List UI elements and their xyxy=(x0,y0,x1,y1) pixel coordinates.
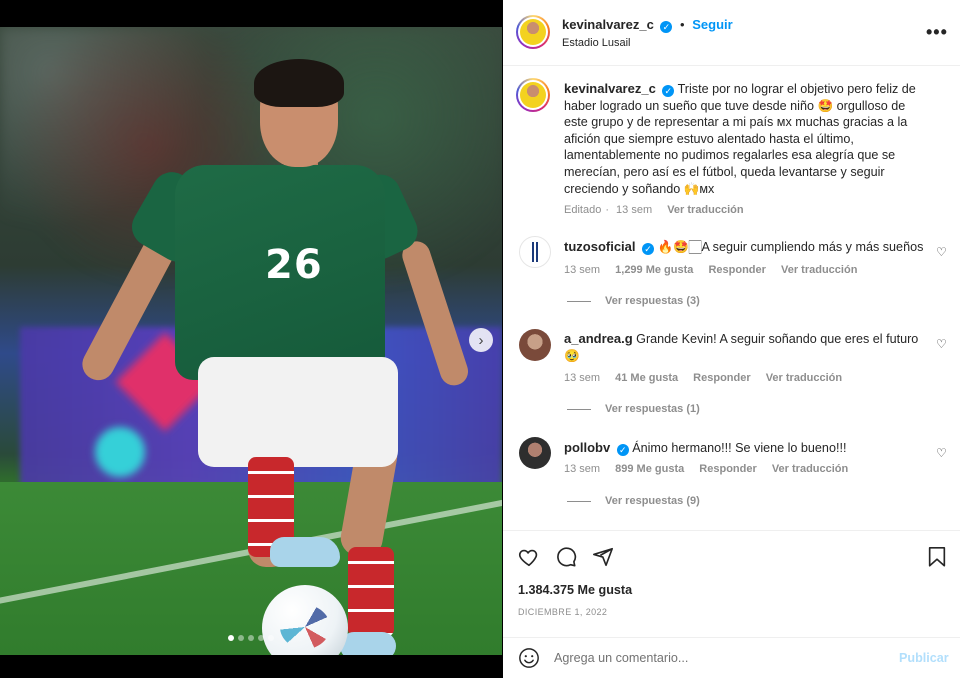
view-replies-label: Ver respuestas (1) xyxy=(605,403,700,415)
comment-input[interactable] xyxy=(554,648,884,668)
caption-translate-link[interactable]: Ver traducción xyxy=(667,204,743,216)
comment-compose-bar: Publicar xyxy=(503,637,960,678)
carousel-dot[interactable] xyxy=(248,635,254,641)
comment-avatar[interactable] xyxy=(519,329,551,361)
carousel-dot[interactable] xyxy=(238,635,244,641)
jersey-number: 26 xyxy=(265,242,323,288)
comment-likes[interactable]: 1,299 Me gusta xyxy=(615,264,693,276)
player-hair xyxy=(254,59,344,107)
verified-badge-icon: ✓ xyxy=(642,243,655,255)
view-replies-button[interactable]: Ver respuestas (9) xyxy=(567,495,700,507)
emoji-icon[interactable] xyxy=(518,647,540,669)
caption-text-block: kevinalvarez_c ✓ Triste por no lograr el… xyxy=(564,81,924,197)
carousel-next-button[interactable]: › xyxy=(469,328,493,352)
comment-time[interactable]: 13 sem xyxy=(564,463,600,475)
header-user-line: kevinalvarez_c ✓ • Seguir xyxy=(562,17,733,33)
follow-button[interactable]: Seguir xyxy=(692,17,732,32)
verified-badge-icon: ✓ xyxy=(662,85,675,97)
location-link[interactable]: Estadio Lusail xyxy=(562,37,631,49)
comment-body: Ánimo hermano!!! Se viene lo bueno!!! xyxy=(632,441,847,455)
view-replies-label: Ver respuestas (9) xyxy=(605,495,700,507)
comment-reply-button[interactable]: Responder xyxy=(693,372,750,384)
post-actions: 1.384.375 Me gusta DICIEMBRE 1, 2022 xyxy=(503,530,960,640)
comment-reply-button[interactable]: Responder xyxy=(708,264,765,276)
comment-like-heart-icon[interactable]: ♡ xyxy=(936,245,947,259)
caption-time[interactable]: 13 sem xyxy=(616,204,652,216)
player-right-boot xyxy=(340,632,396,655)
comment-username[interactable]: pollobv xyxy=(564,440,610,455)
dot-separator: • xyxy=(680,17,685,32)
carousel-dots xyxy=(228,635,274,641)
comment-meta: 13 sem 41 Me gusta Responder Ver traducc… xyxy=(564,372,854,384)
player-left-boot xyxy=(270,537,340,567)
like-heart-icon[interactable] xyxy=(518,546,540,568)
carousel-dot[interactable] xyxy=(268,635,274,641)
comment-body: 🔥🤩🏻A seguir cumpliendo más y más sueños xyxy=(657,240,924,254)
replies-line xyxy=(567,300,591,302)
comment-meta: 13 sem 899 Me gusta Responder Ver traduc… xyxy=(564,463,860,475)
comment-username[interactable]: a_andrea.g xyxy=(564,331,633,346)
post-side-panel: kevinalvarez_c ✓ • Seguir Estadio Lusail… xyxy=(503,0,960,678)
comment-likes[interactable]: 41 Me gusta xyxy=(615,372,678,384)
comment-meta: 13 sem 1,299 Me gusta Responder Ver trad… xyxy=(564,264,869,276)
comment-like-heart-icon[interactable]: ♡ xyxy=(936,337,947,351)
view-replies-button[interactable]: Ver respuestas (1) xyxy=(567,403,700,415)
caption-username[interactable]: kevinalvarez_c xyxy=(564,81,656,96)
comment-avatar[interactable] xyxy=(519,236,551,268)
tuzos-logo-icon xyxy=(532,242,540,262)
publish-button[interactable]: Publicar xyxy=(899,651,949,665)
instagram-post-frame: 26 › kevinalvarez_c ✓ • Seguir Estadio L… xyxy=(0,0,960,678)
verified-badge-icon: ✓ xyxy=(660,21,673,33)
football-player: 26 xyxy=(76,57,472,655)
more-options-icon[interactable]: ••• xyxy=(926,22,948,43)
comment-likes[interactable]: 899 Me gusta xyxy=(615,463,684,475)
author-username[interactable]: kevinalvarez_c xyxy=(562,17,654,32)
comment-translate-link[interactable]: Ver traducción xyxy=(781,264,857,276)
player-right-sock xyxy=(348,547,394,637)
comment-reply-button[interactable]: Responder xyxy=(699,463,756,475)
replies-line xyxy=(567,408,591,410)
carousel-dot[interactable] xyxy=(228,635,234,641)
verified-badge-icon: ✓ xyxy=(616,444,629,456)
comment-translate-link[interactable]: Ver traducción xyxy=(766,372,842,384)
view-replies-label: Ver respuestas (3) xyxy=(605,295,700,307)
post-header: kevinalvarez_c ✓ • Seguir Estadio Lusail… xyxy=(503,0,960,66)
comment-time[interactable]: 13 sem xyxy=(564,264,600,276)
comment-text-block: pollobv ✓ Ánimo hermano!!! Se viene lo b… xyxy=(564,440,924,457)
caption-avatar[interactable] xyxy=(516,78,550,112)
post-photo[interactable]: 26 xyxy=(0,27,502,655)
chevron-right-icon: › xyxy=(478,331,484,349)
caption-edited: Editado xyxy=(564,204,602,216)
comment-text-block: tuzosoficial ✓ 🔥🤩🏻A seguir cumpliendo má… xyxy=(564,239,924,256)
comments-area[interactable]: kevinalvarez_c ✓ Triste por no lograr el… xyxy=(503,67,960,530)
comment-username[interactable]: tuzosoficial xyxy=(564,239,636,254)
share-send-icon[interactable] xyxy=(592,546,614,568)
comment-avatar[interactable] xyxy=(519,437,551,469)
post-date[interactable]: DICIEMBRE 1, 2022 xyxy=(518,607,607,617)
caption-meta: Editado · 13 sem Ver traducción xyxy=(564,204,744,216)
comment-like-heart-icon[interactable]: ♡ xyxy=(936,446,947,460)
likes-count[interactable]: 1.384.375 Me gusta xyxy=(518,583,632,597)
comment-text-block: a_andrea.g Grande Kevin! A seguir soñand… xyxy=(564,331,924,364)
player-shorts xyxy=(198,357,398,467)
comment-time[interactable]: 13 sem xyxy=(564,372,600,384)
caption-body: Triste por no lograr el objetivo pero fe… xyxy=(564,82,916,196)
view-replies-button[interactable]: Ver respuestas (3) xyxy=(567,295,700,307)
comment-bubble-icon[interactable] xyxy=(555,546,577,568)
comment-translate-link[interactable]: Ver traducción xyxy=(772,463,848,475)
author-avatar[interactable] xyxy=(516,15,550,49)
carousel-dot[interactable] xyxy=(258,635,264,641)
replies-line xyxy=(567,500,591,502)
save-bookmark-icon[interactable] xyxy=(927,546,947,568)
